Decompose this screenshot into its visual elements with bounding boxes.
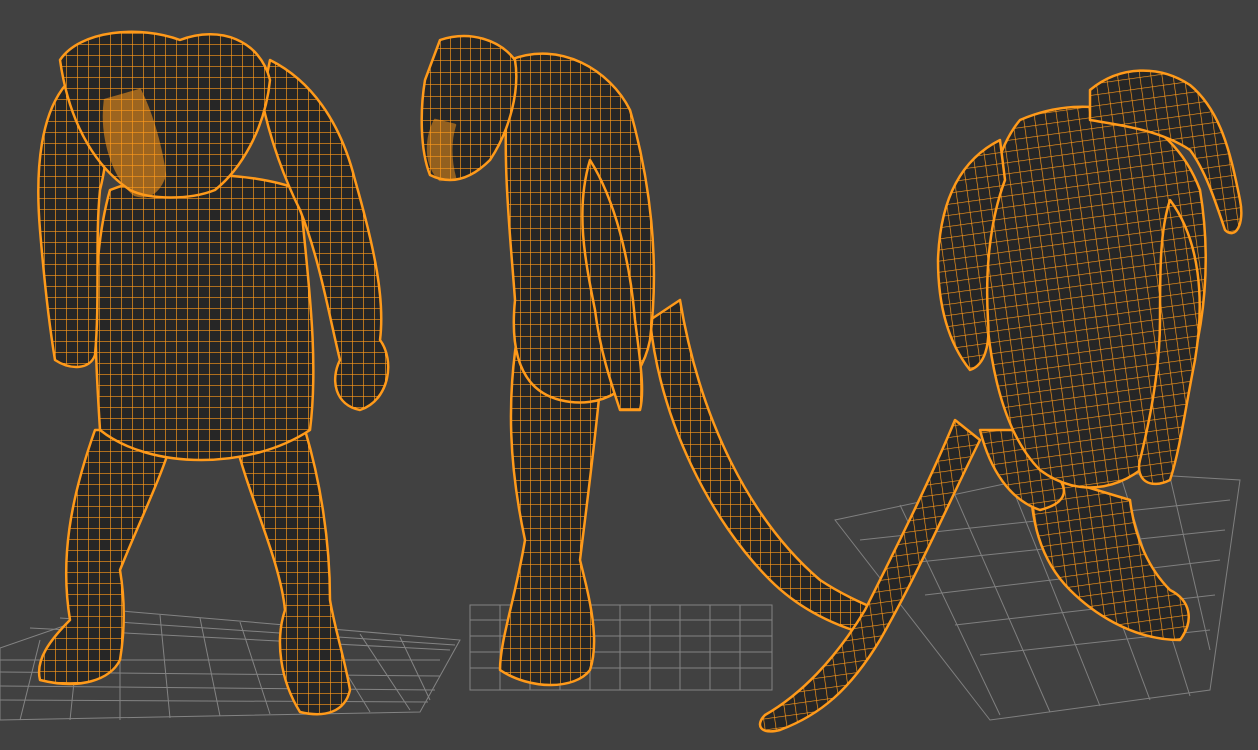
rear-view-canvas	[758, 69, 1243, 733]
creature-mesh-rear[interactable]	[758, 69, 1243, 733]
rear-viewport[interactable]	[740, 0, 1258, 750]
viewport-stage[interactable]	[0, 0, 1258, 750]
